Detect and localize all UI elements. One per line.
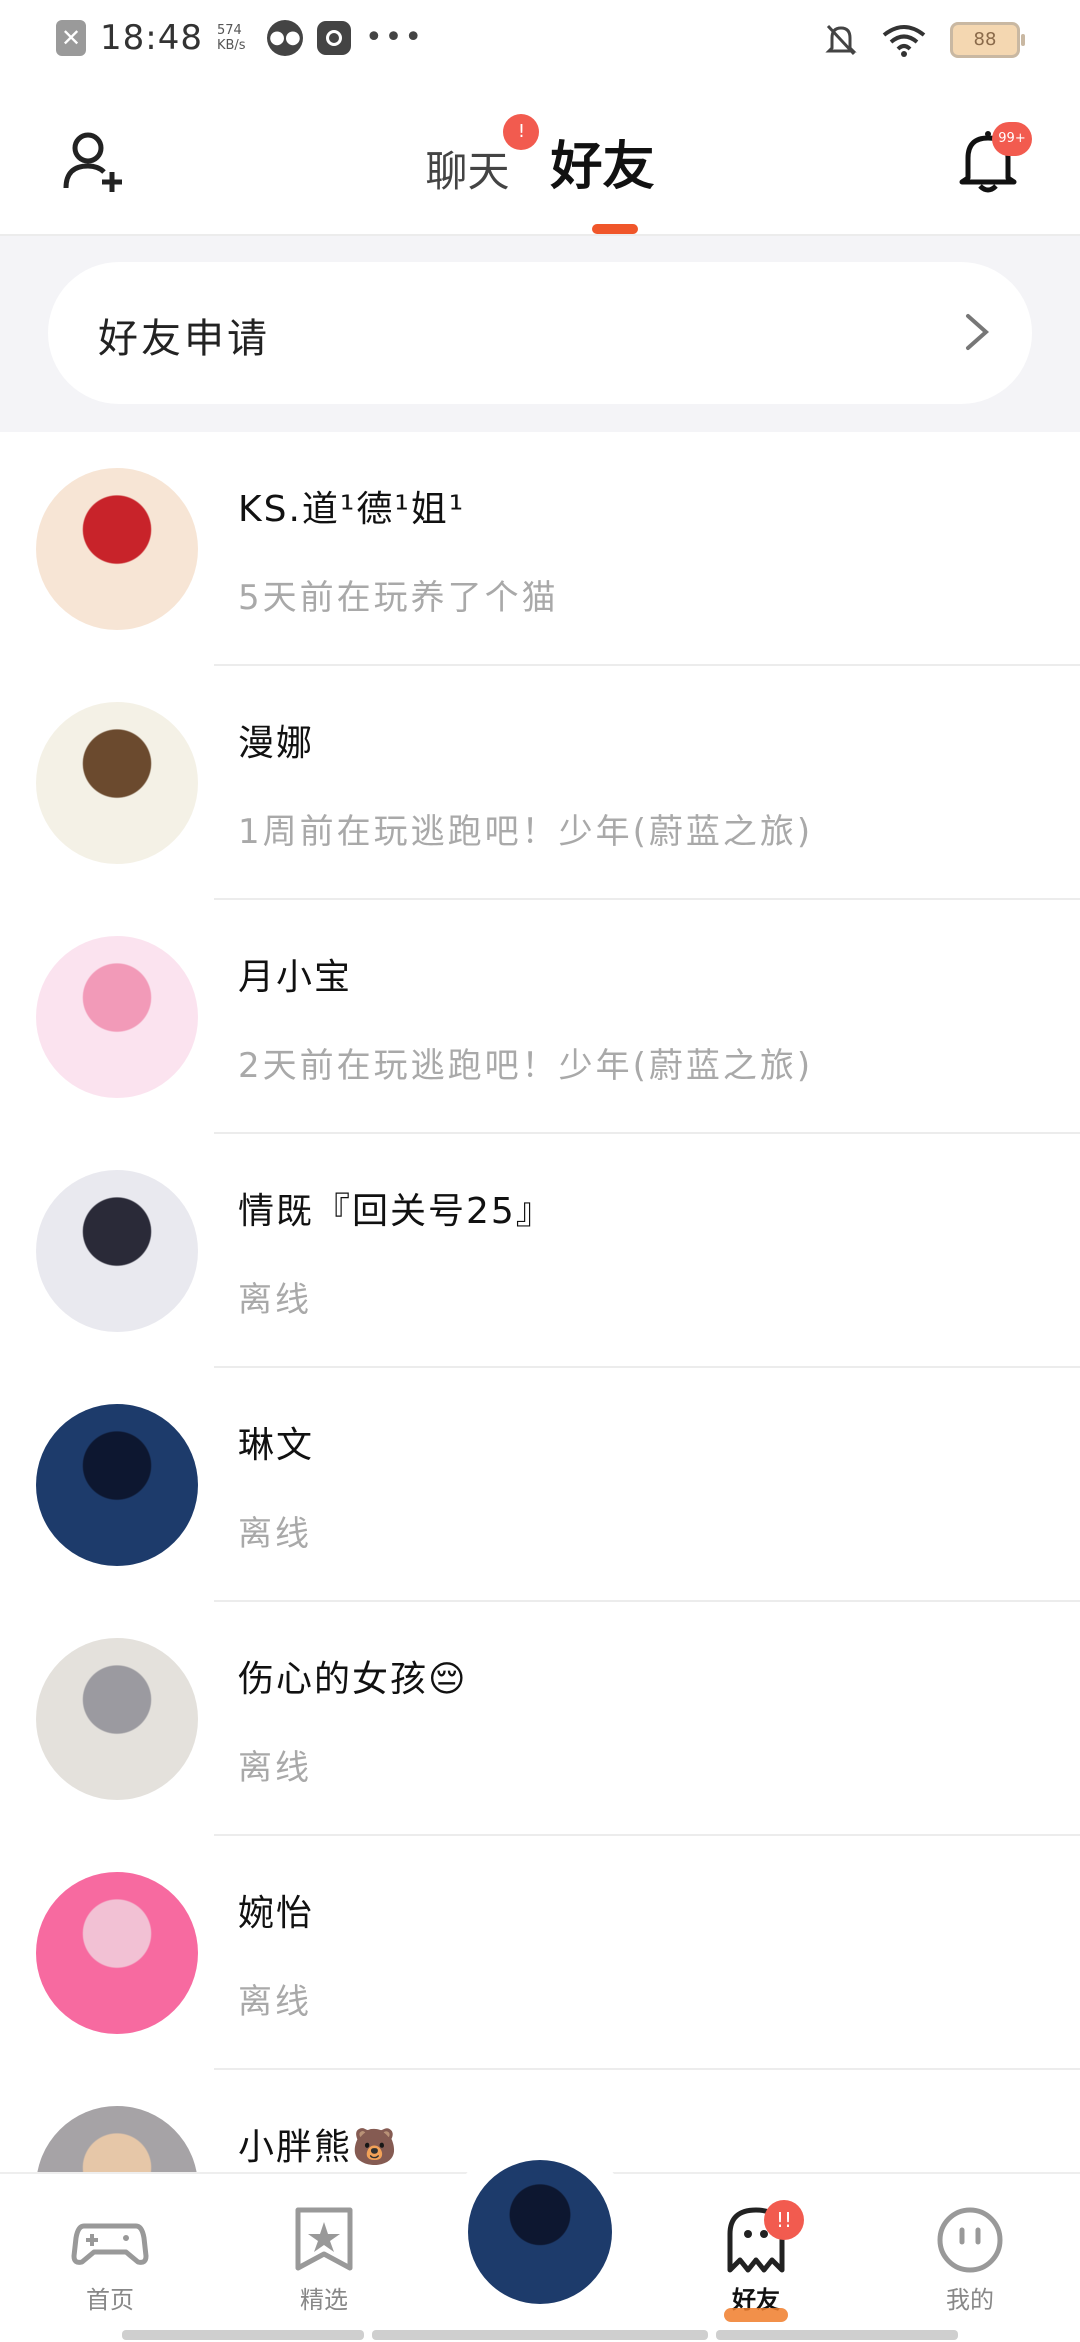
friend-status: 离线 bbox=[238, 1280, 312, 1320]
gamepad-icon bbox=[71, 2223, 149, 2265]
avatar[interactable] bbox=[36, 1872, 198, 2034]
nav-mine[interactable]: 我的 bbox=[900, 2204, 1040, 2315]
smiley-face-icon bbox=[937, 2207, 1003, 2273]
friend-row[interactable]: 月小宝 2天前在玩逃跑吧！少年(蔚蓝之旅) bbox=[0, 900, 1080, 1134]
top-tabs: 聊天 ! 好友 bbox=[0, 114, 1080, 199]
notification-badge: 99+ bbox=[992, 122, 1032, 156]
more-dots-icon: ••• bbox=[364, 20, 425, 55]
clock-time: 18:48 bbox=[100, 18, 203, 58]
friend-status: 1周前在玩逃跑吧！少年(蔚蓝之旅) bbox=[238, 812, 814, 852]
friend-name: 小胖熊🐻 bbox=[238, 2127, 399, 2168]
net-speed: 574 KB/s bbox=[216, 23, 246, 53]
nav-home[interactable]: 首页 bbox=[40, 2204, 180, 2315]
wifi-icon bbox=[882, 25, 926, 57]
avatar[interactable] bbox=[36, 936, 198, 1098]
friend-request-label: 好友申请 bbox=[98, 316, 270, 362]
friend-status: 5天前在玩养了个猫 bbox=[238, 578, 559, 618]
center-avatar-button[interactable] bbox=[446, 2138, 634, 2326]
tab-friends[interactable]: 好友 bbox=[551, 124, 655, 199]
friend-list: KS.道¹德¹姐¹ 5天前在玩养了个猫 漫娜 1周前在玩逃跑吧！少年(蔚蓝之旅)… bbox=[0, 432, 1080, 2304]
friend-name: KS.道¹德¹姐¹ bbox=[238, 489, 466, 530]
close-notification-icon: ✕ bbox=[56, 20, 86, 56]
nav-friends[interactable]: 好友 !! bbox=[686, 2200, 826, 2322]
star-bookmark-icon bbox=[295, 2207, 353, 2271]
battery-level: 88 bbox=[973, 29, 997, 50]
nav-featured[interactable]: 精选 bbox=[254, 2204, 394, 2315]
friend-request-button[interactable]: 好友申请 bbox=[48, 262, 1032, 404]
avatar[interactable] bbox=[36, 1170, 198, 1332]
avatar[interactable] bbox=[36, 1638, 198, 1800]
music-app-icon bbox=[316, 21, 351, 55]
top-header: 聊天 ! 好友 99+ bbox=[0, 84, 1080, 236]
friend-request-section: 好友申请 bbox=[0, 236, 1080, 432]
chat-badge: ! bbox=[503, 114, 540, 150]
friend-row[interactable]: KS.道¹德¹姐¹ 5天前在玩养了个猫 bbox=[0, 432, 1080, 666]
friend-row[interactable]: 伤心的女孩😔 离线 bbox=[0, 1602, 1080, 1836]
gesture-bar-right bbox=[716, 2330, 958, 2340]
bell-off-icon bbox=[825, 24, 857, 56]
friend-name: 情既『回关号25』 bbox=[238, 1191, 554, 1232]
friend-row[interactable]: 婉怡 离线 bbox=[0, 1836, 1080, 2070]
status-bar-left: ✕ 18:48 574 KB/s ●● ••• bbox=[56, 18, 424, 58]
friend-name: 漫娜 bbox=[238, 723, 315, 764]
wechat-icon: ●● bbox=[266, 20, 303, 56]
friend-name: 婉怡 bbox=[238, 1893, 315, 1934]
active-tab-indicator bbox=[592, 224, 638, 234]
friend-status: 离线 bbox=[238, 1982, 312, 2022]
nav-mine-label: 我的 bbox=[946, 2286, 994, 2314]
gesture-bar-center bbox=[372, 2330, 708, 2340]
battery-icon: 88 bbox=[950, 22, 1025, 58]
status-bar-right: 88 bbox=[824, 22, 1025, 58]
friend-row[interactable]: 琳文 离线 bbox=[0, 1368, 1080, 1602]
status-bar: ✕ 18:48 574 KB/s ●● ••• 88 bbox=[0, 0, 1080, 84]
gesture-bar-left bbox=[122, 2330, 364, 2340]
nav-home-label: 首页 bbox=[86, 2286, 134, 2314]
nav-featured-label: 精选 bbox=[300, 2286, 348, 2314]
friend-name: 琳文 bbox=[238, 1425, 315, 1466]
nav-active-indicator bbox=[724, 2308, 788, 2322]
friend-status: 2天前在玩逃跑吧！少年(蔚蓝之旅) bbox=[238, 1046, 814, 1086]
friend-row[interactable]: 情既『回关号25』 离线 bbox=[0, 1134, 1080, 1368]
friend-row[interactable]: 漫娜 1周前在玩逃跑吧！少年(蔚蓝之旅) bbox=[0, 666, 1080, 900]
friend-status: 离线 bbox=[238, 1748, 312, 1788]
friend-status: 离线 bbox=[238, 1514, 312, 1554]
friend-name: 伤心的女孩😔 bbox=[238, 1659, 468, 1700]
tab-chat[interactable]: 聊天 ! bbox=[425, 114, 540, 199]
friend-name: 月小宝 bbox=[238, 957, 353, 998]
chevron-right-icon bbox=[966, 314, 990, 350]
avatar[interactable] bbox=[36, 1404, 198, 1566]
tab-friends-label: 好友 bbox=[550, 137, 655, 197]
avatar[interactable] bbox=[36, 468, 198, 630]
avatar[interactable] bbox=[36, 702, 198, 864]
nav-friends-badge: !! bbox=[764, 2200, 804, 2240]
bottom-nav: 首页 精选 好友 !! 我的 bbox=[0, 2138, 1080, 2342]
avatar bbox=[468, 2160, 612, 2304]
tab-chat-label: 聊天 bbox=[425, 147, 510, 196]
